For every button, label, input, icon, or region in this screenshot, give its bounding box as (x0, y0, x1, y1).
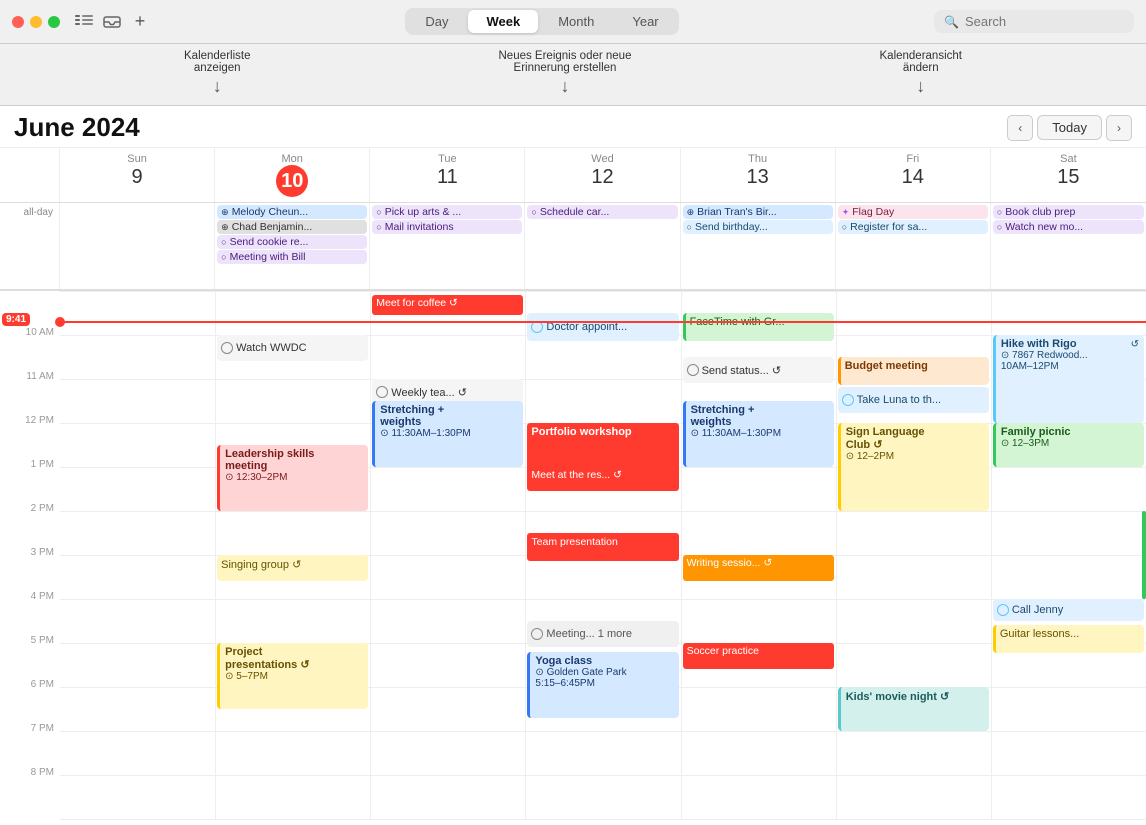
events-thu: FaceTime with Gr... Send status... ↺ Str… (681, 291, 836, 819)
event-facetime[interactable]: FaceTime with Gr... (683, 313, 834, 341)
event-luna[interactable]: Take Luna to th... (838, 387, 989, 413)
event-family-picnic[interactable]: Family picnic ⊙ 12–3PM (993, 423, 1144, 467)
allday-event-watch-movie[interactable]: ○Watch new mo... (993, 220, 1144, 234)
event-meeting-more[interactable]: Meeting... 1 more (527, 621, 678, 647)
annotation-left: Kalenderlisteanzeigen ↓ (184, 50, 250, 97)
titlebar: + Day Week Month Year 🔍 (0, 0, 1146, 44)
allday-event-register[interactable]: ○Register for sa... (838, 220, 988, 234)
event-tue-stretching[interactable]: Stretching + weights ⊙ 11:30AM–1:30PM (372, 401, 523, 467)
events-wed: Doctor appoint... Portfolio workshop Mee… (525, 291, 680, 819)
allday-fri: ✦Flag Day ○Register for sa... (836, 203, 991, 289)
allday-event-brian[interactable]: ⊕Brian Tran's Bir... (683, 205, 833, 219)
allday-sun (60, 203, 215, 289)
current-time-label: 9:41 (2, 313, 30, 326)
allday-mon: ⊕Melody Cheun... ⊕Chad Benjamin... ○Send… (215, 203, 370, 289)
add-event-button[interactable]: + (130, 12, 150, 32)
tab-day[interactable]: Day (407, 10, 466, 33)
event-hike[interactable]: Hike with Rigo↺ ⊙ 7867 Redwood... 10AM–1… (993, 335, 1144, 423)
allday-wed: ○Schedule car... (525, 203, 680, 289)
day-header-mon: Mon 10 (215, 148, 370, 202)
allday-event-pickup[interactable]: ○Pick up arts & ... (372, 205, 522, 219)
allday-event-bookclub[interactable]: ○Book club prep (993, 205, 1144, 219)
event-singing-group[interactable]: Singing group ↺ (217, 555, 368, 581)
calendar-list-icon[interactable] (74, 12, 94, 32)
day-header-wed: Wed 12 (525, 148, 680, 202)
day-header-fri: Fri 14 (836, 148, 991, 202)
tab-month[interactable]: Month (540, 10, 612, 33)
time-scroll[interactable]: 9 AM 10 AM 11 AM 12 PM 1 PM 2 PM 3 PM 4 … (0, 291, 1146, 825)
allday-event-meeting-bill[interactable]: ○Meeting with Bill (217, 250, 367, 264)
event-budget[interactable]: Budget meeting (838, 357, 989, 385)
inbox-icon[interactable] (102, 12, 122, 32)
calendar-nav: ‹ Today › (1007, 115, 1132, 141)
event-call-jenny[interactable]: Call Jenny (993, 599, 1144, 621)
time-grid-inner: 9 AM 10 AM 11 AM 12 PM 1 PM 2 PM 3 PM 4 … (0, 291, 1146, 819)
traffic-lights (12, 16, 60, 28)
today-button[interactable]: Today (1037, 115, 1102, 140)
app-window: + Day Week Month Year 🔍 Kalenderlisteanz… (0, 0, 1146, 825)
day-header-thu: Thu 13 (681, 148, 836, 202)
search-icon: 🔍 (944, 15, 959, 29)
day-header-sun: Sun 9 (60, 148, 215, 202)
day-header-sat: Sat 15 (991, 148, 1146, 202)
event-meet-coffee[interactable]: Meet for coffee ↺ (372, 295, 523, 315)
event-guitar[interactable]: Guitar lessons... (993, 625, 1144, 653)
tab-year[interactable]: Year (614, 10, 676, 33)
day-headers: Sun 9 Mon 10 Tue 11 Wed 12 Thu 13 Fri 14 (0, 148, 1146, 203)
event-writing[interactable]: Writing sessio... ↺ (683, 555, 834, 581)
event-project-presentations[interactable]: Project presentations ↺ ⊙ 5–7PM (217, 643, 368, 709)
calendar-header-row: June 2024 ‹ Today › (0, 106, 1146, 148)
allday-event-cookie[interactable]: ○Send cookie re... (217, 235, 367, 249)
event-doctor[interactable]: Doctor appoint... (527, 313, 678, 341)
search-input[interactable] (965, 14, 1115, 29)
day-header-tue: Tue 11 (370, 148, 525, 202)
allday-thu: ⊕Brian Tran's Bir... ○Send birthday... (681, 203, 836, 289)
annotation-right: Kalenderansichtändern ↓ (880, 50, 962, 97)
tab-week[interactable]: Week (468, 10, 538, 33)
event-watch-wwdc[interactable]: Watch WWDC (217, 335, 368, 361)
search-box: 🔍 (934, 10, 1134, 33)
time-labels: 9 AM 10 AM 11 AM 12 PM 1 PM 2 PM 3 PM 4 … (0, 291, 60, 819)
events-fri: Budget meeting Take Luna to th... Sign L… (836, 291, 991, 819)
event-sign-language[interactable]: Sign Language Club ↺ ⊙ 12–2PM (838, 423, 989, 511)
current-time-line (60, 321, 1146, 323)
events-sat: Hike with Rigo↺ ⊙ 7867 Redwood... 10AM–1… (991, 291, 1146, 819)
annotation-center: Neues Ereignis oder neueErinnerung erste… (499, 50, 632, 97)
prev-button[interactable]: ‹ (1007, 115, 1033, 141)
event-leadership[interactable]: Leadership skills meeting ⊙ 12:30–2PM (217, 445, 368, 511)
allday-event-schedule-car[interactable]: ○Schedule car... (527, 205, 677, 219)
annotation-bar: Kalenderlisteanzeigen ↓ Neues Ereignis o… (0, 44, 1146, 106)
events-mon: Watch WWDC Leadership skills meeting ⊙ 1… (215, 291, 370, 819)
allday-event-flag-day[interactable]: ✦Flag Day (838, 205, 988, 219)
minimize-button[interactable] (30, 16, 42, 28)
event-kids-movie[interactable]: Kids' movie night ↺ (838, 687, 989, 731)
event-meet-res[interactable]: Meet at the res... ↺ (527, 467, 678, 491)
calendar-title: June 2024 (14, 112, 1007, 143)
allday-tue: ○Pick up arts & ... ○Mail invitations (370, 203, 525, 289)
nav-tabs: Day Week Month Year (405, 8, 678, 35)
allday-event-mail[interactable]: ○Mail invitations (372, 220, 522, 234)
event-yoga[interactable]: Yoga class ⊙ Golden Gate Park 5:15–6:45P… (527, 652, 678, 718)
allday-event-melody[interactable]: ⊕Melody Cheun... (217, 205, 367, 219)
event-green-bar (1142, 511, 1146, 599)
events-tue: Meet for coffee ↺ Weekly tea... ↺ Stretc… (370, 291, 525, 819)
next-button[interactable]: › (1106, 115, 1132, 141)
maximize-button[interactable] (48, 16, 60, 28)
event-soccer[interactable]: Soccer practice (683, 643, 834, 669)
event-team-presentation[interactable]: Team presentation (527, 533, 678, 561)
allday-event-send-birthday[interactable]: ○Send birthday... (683, 220, 833, 234)
allday-label: all-day (0, 203, 60, 289)
allday-sat: ○Book club prep ○Watch new mo... (991, 203, 1146, 289)
allday-event-chad[interactable]: ⊕Chad Benjamin... (217, 220, 367, 234)
event-thu-stretching[interactable]: Stretching + weights ⊙ 11:30AM–1:30PM (683, 401, 834, 467)
allday-row: all-day ⊕Melody Cheun... ⊕Chad Benjamin.… (0, 203, 1146, 291)
events-sun (60, 291, 215, 819)
event-send-status[interactable]: Send status... ↺ (683, 357, 834, 383)
close-button[interactable] (12, 16, 24, 28)
